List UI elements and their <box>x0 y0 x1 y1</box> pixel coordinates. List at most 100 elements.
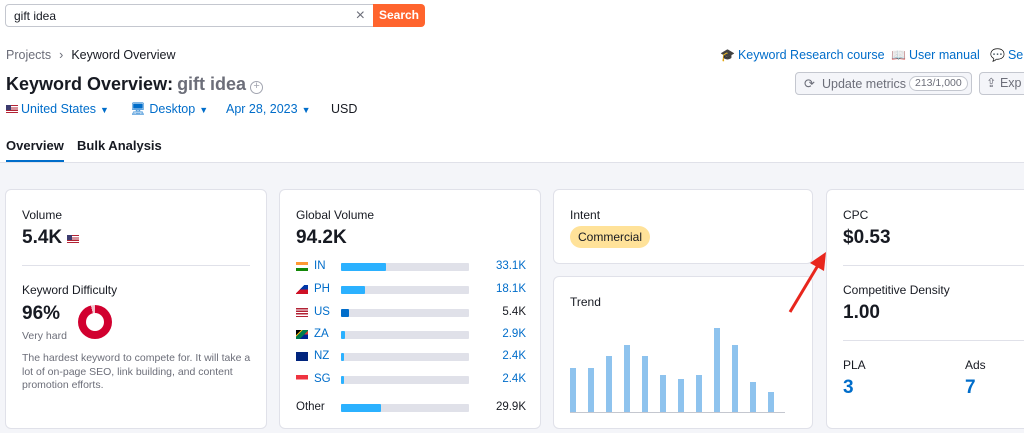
date-selector[interactable]: Apr 28, 2023 ▼ <box>226 102 311 116</box>
us-flag-icon <box>67 235 80 243</box>
message-icon: 💬 <box>990 48 1005 62</box>
search-query-text[interactable]: gift idea <box>14 9 56 23</box>
country-volume-value[interactable]: 2.4K <box>502 373 526 385</box>
trend-bar[interactable] <box>570 367 576 412</box>
country-volume-bar-fill <box>341 376 345 384</box>
trend-bar[interactable] <box>678 378 684 412</box>
page-title: Keyword Overview: gift idea + <box>6 74 264 95</box>
tab-overview[interactable]: Overview <box>6 138 64 162</box>
trend-bar[interactable] <box>642 356 648 412</box>
kd-value: 96% <box>22 303 61 324</box>
pla-value[interactable]: 3 <box>843 377 854 399</box>
tab-bulk-analysis[interactable]: Bulk Analysis <box>77 138 162 153</box>
trend-bar[interactable] <box>588 367 594 412</box>
ads-value[interactable]: 7 <box>965 377 976 399</box>
global-volume-row[interactable]: PH 18.1K <box>296 283 526 297</box>
trend-bar[interactable] <box>624 344 630 412</box>
country-flag-icon <box>296 330 308 339</box>
trend-chart <box>570 322 785 412</box>
chevron-down-icon: ▼ <box>301 105 311 115</box>
competitive-density-label: Competitive Density <box>843 283 950 297</box>
country-volume-bar <box>341 376 469 384</box>
volume-value: 5.4K <box>22 227 82 249</box>
update-metrics-button[interactable]: ⟳ Update metrics 213/1,000 <box>795 72 972 95</box>
divider <box>843 265 1024 266</box>
trend-bar[interactable] <box>768 392 774 412</box>
kd-level: Very hard <box>22 330 67 342</box>
global-volume-row[interactable]: US 5.4K <box>296 306 526 320</box>
other-bar-fill <box>341 404 381 412</box>
trend-bar[interactable] <box>750 382 756 412</box>
country-volume-value[interactable]: 2.9K <box>502 328 526 340</box>
kd-description: The hardest keyword to compete for. It w… <box>22 352 251 391</box>
cpc-label: CPC <box>843 208 869 222</box>
add-to-list-icon[interactable]: + <box>250 81 264 94</box>
country-selector[interactable]: United States ▼ <box>6 102 109 116</box>
country-flag-icon <box>296 262 308 271</box>
trend-bar[interactable] <box>714 328 720 412</box>
country-code[interactable]: IN <box>314 260 326 272</box>
country-volume-value[interactable]: 18.1K <box>496 283 526 295</box>
global-volume-label: Global Volume <box>296 208 375 222</box>
country-volume-bar-fill <box>341 309 349 317</box>
country-volume-bar <box>341 331 469 339</box>
breadcrumb-projects[interactable]: Projects <box>6 48 51 62</box>
export-button[interactable]: ⇪ Exp <box>979 72 1024 95</box>
country-code[interactable]: NZ <box>314 350 329 362</box>
cpc-card: CPC $0.53 Competitive Density 1.00 PLA 3… <box>826 189 1024 429</box>
country-volume-value: 5.4K <box>502 306 526 318</box>
search-input[interactable]: gift idea × <box>5 4 374 27</box>
refresh-icon: ⟳ <box>804 76 815 91</box>
title-keyword: gift idea <box>177 74 247 94</box>
currency-label: USD <box>331 102 358 116</box>
clear-search-icon[interactable]: × <box>356 6 365 26</box>
country-code[interactable]: PH <box>314 283 330 295</box>
breadcrumb: Projects › Keyword Overview <box>6 48 176 62</box>
country-volume-bar <box>341 286 469 294</box>
graduation-cap-icon: 🎓 <box>720 48 735 62</box>
country-code[interactable]: ZA <box>314 328 329 340</box>
global-volume-other-row: Other 29.9K <box>296 401 526 415</box>
country-flag-icon <box>296 285 308 294</box>
update-count-badge: 213/1,000 <box>909 76 968 91</box>
breadcrumb-chevron-icon: › <box>59 48 64 62</box>
volume-kd-card: Volume 5.4K Keyword Difficulty 96% Very … <box>5 189 267 429</box>
global-volume-row[interactable]: IN 33.1K <box>296 260 526 274</box>
global-volume-value: 94.2K <box>296 227 347 248</box>
global-volume-card: Global Volume 94.2K IN 33.1K PH 18.1K US 5.4K… <box>279 189 541 429</box>
intent-label: Intent <box>570 208 601 222</box>
divider <box>22 265 250 266</box>
country-volume-bar-fill <box>341 263 386 271</box>
send-feedback-link[interactable]: 💬Ser <box>990 48 1024 62</box>
trend-bar[interactable] <box>696 375 702 412</box>
divider <box>843 340 1024 341</box>
country-code[interactable]: SG <box>314 373 331 385</box>
device-selector[interactable]: 🖥 Desktop ▼ <box>130 102 208 117</box>
trend-bar[interactable] <box>732 344 738 412</box>
country-volume-bar-fill <box>341 353 345 361</box>
user-manual-link[interactable]: 📖 User manual <box>891 48 980 62</box>
export-icon: ⇪ <box>986 76 1000 90</box>
other-bar <box>341 404 469 412</box>
trend-bar[interactable] <box>660 375 666 412</box>
global-volume-row[interactable]: SG 2.4K <box>296 373 526 387</box>
country-volume-bar <box>341 263 469 271</box>
global-volume-row[interactable]: NZ 2.4K <box>296 350 526 364</box>
course-link[interactable]: 🎓 Keyword Research course <box>720 48 885 62</box>
country-volume-value[interactable]: 2.4K <box>502 350 526 362</box>
other-label: Other <box>296 401 325 413</box>
search-button[interactable]: Search <box>373 4 425 27</box>
country-volume-bar-fill <box>341 286 366 294</box>
trend-bar[interactable] <box>606 356 612 412</box>
country-flag-icon <box>296 308 308 317</box>
book-icon: 📖 <box>891 48 906 62</box>
volume-label: Volume <box>22 208 63 222</box>
top-search-bar: gift idea × Search <box>0 0 1024 33</box>
chevron-down-icon: ▼ <box>100 105 109 115</box>
global-volume-row[interactable]: ZA 2.9K <box>296 328 526 342</box>
country-code[interactable]: US <box>314 306 330 318</box>
us-flag-icon <box>6 105 18 113</box>
pla-label: PLA <box>843 358 866 372</box>
country-volume-value[interactable]: 33.1K <box>496 260 526 272</box>
intent-badge[interactable]: Commercial <box>570 226 651 248</box>
